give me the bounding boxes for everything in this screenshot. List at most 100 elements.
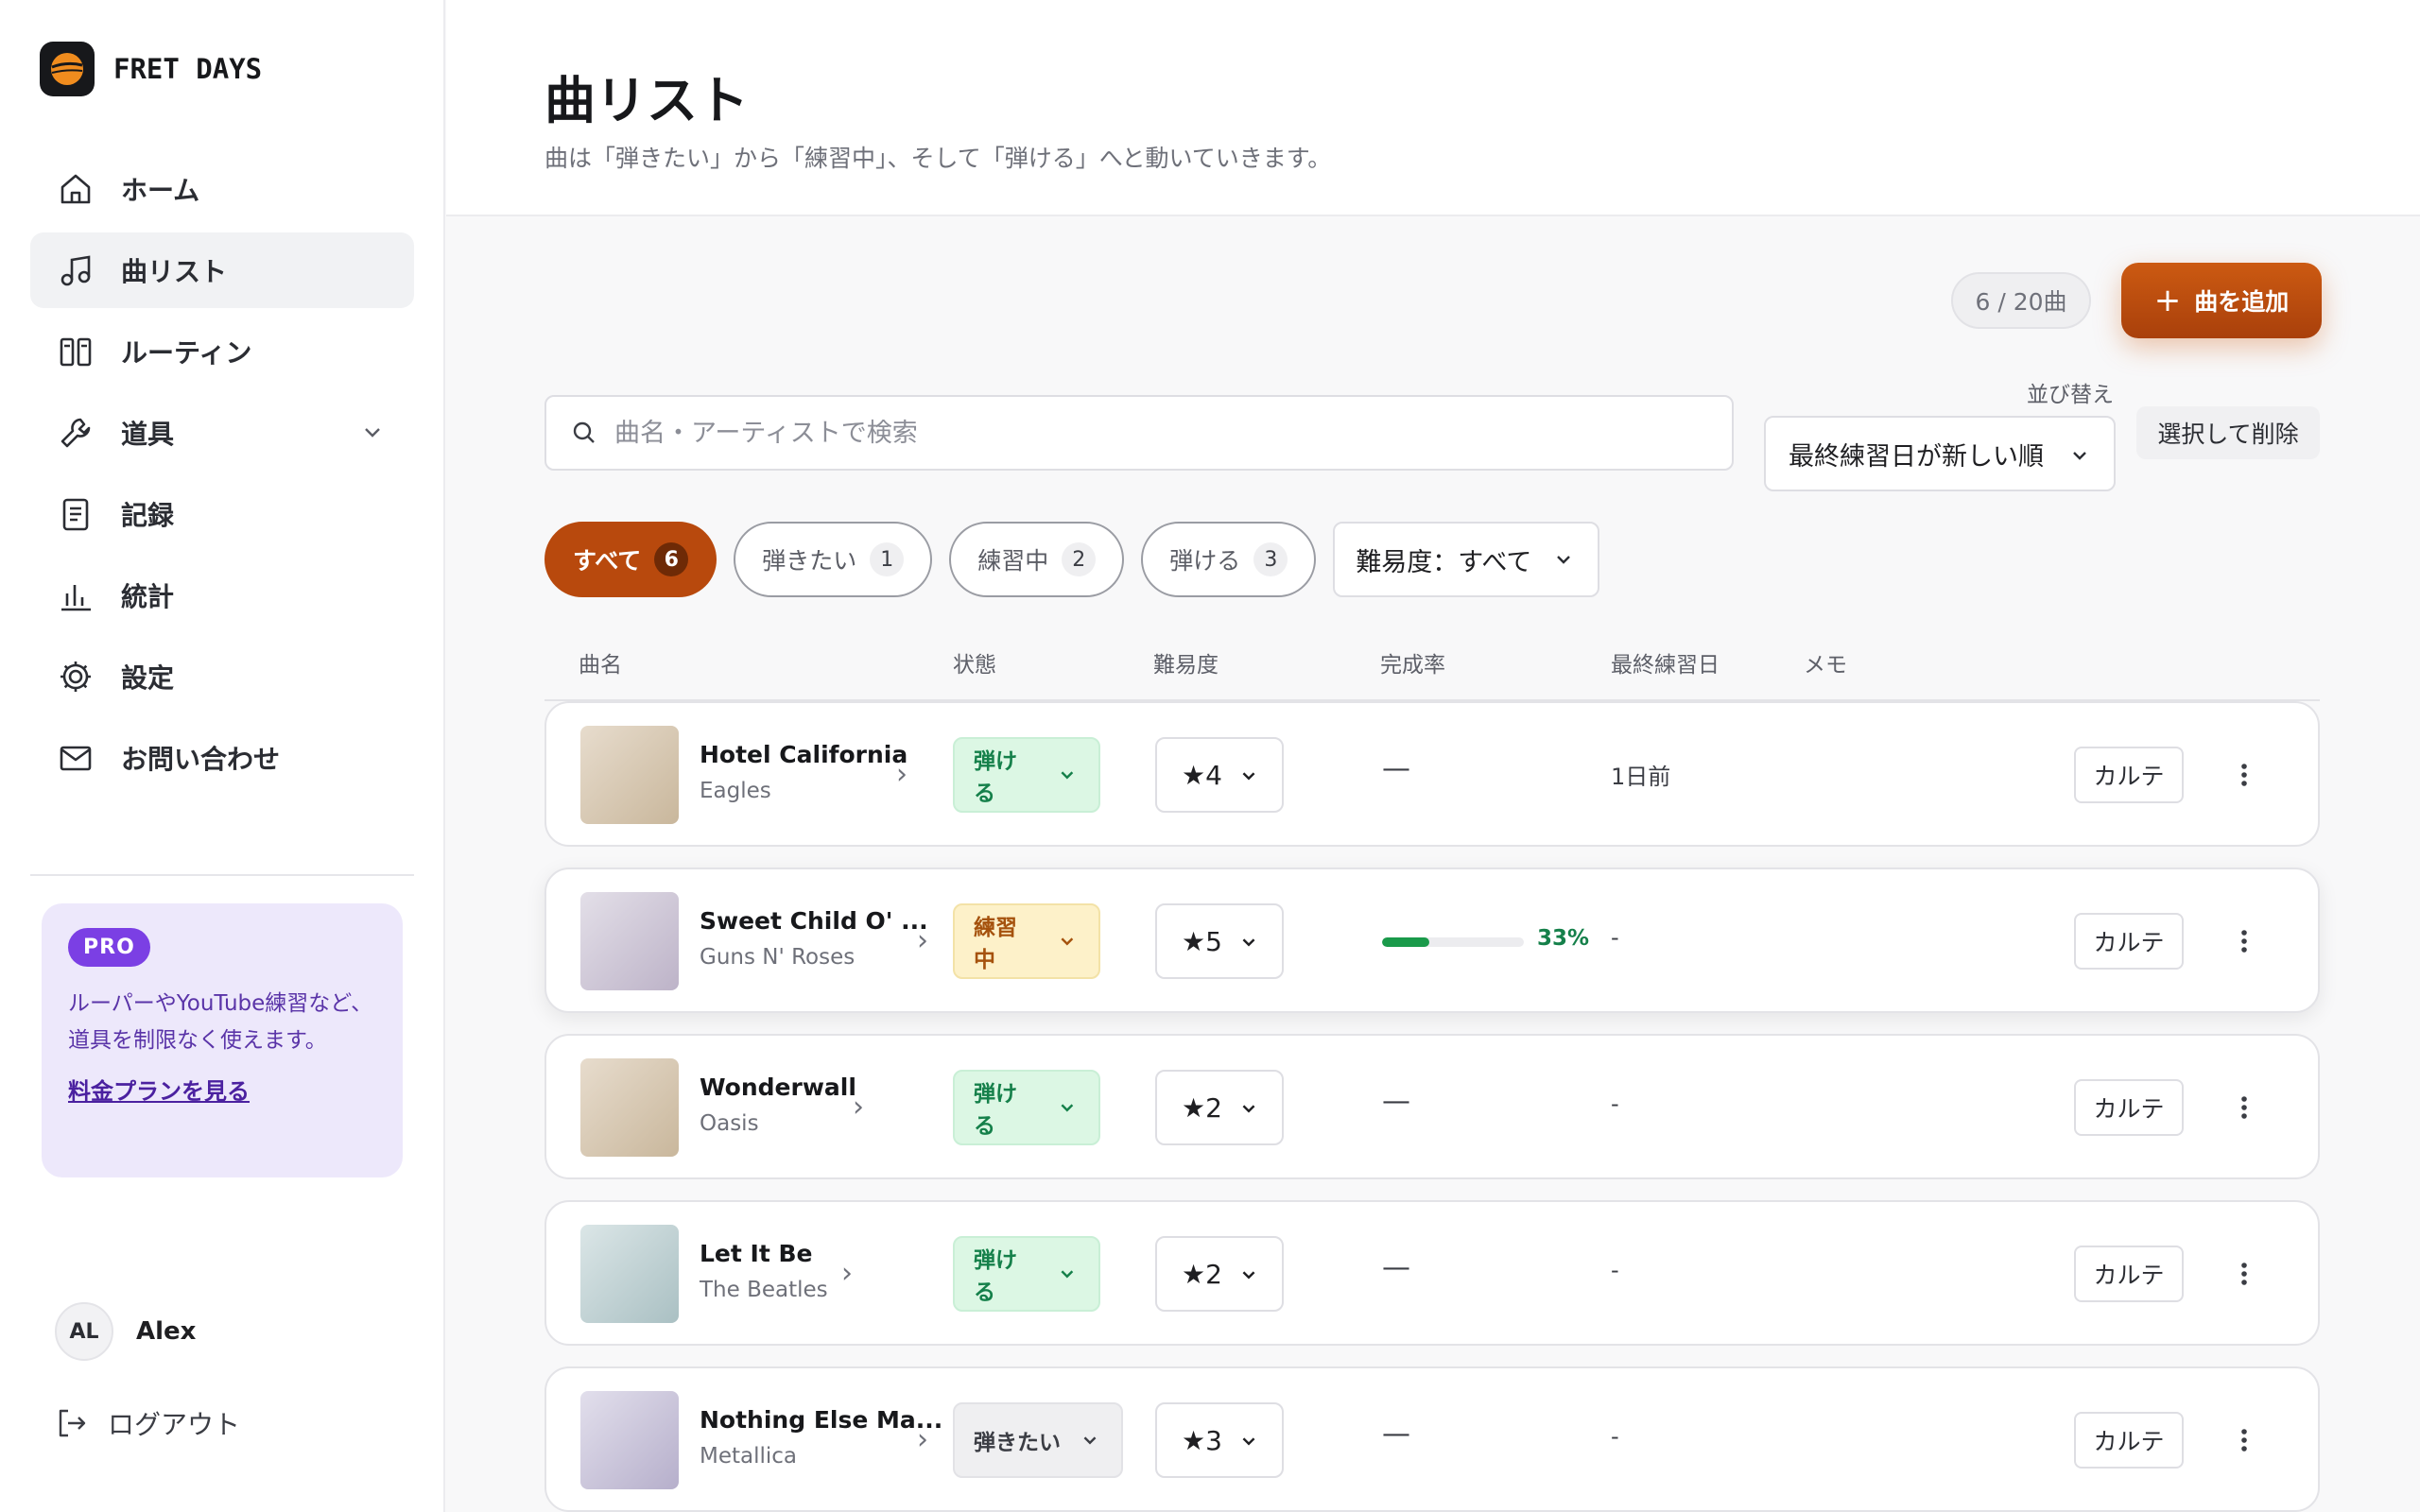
karte-button[interactable]: カルテ [2074, 747, 2184, 803]
karte-button[interactable]: カルテ [2074, 1079, 2184, 1136]
sidebar-item-home[interactable]: ホーム [30, 151, 414, 227]
progress-bar [1382, 937, 1524, 947]
chevron-down-icon [1242, 1271, 1255, 1280]
search-box[interactable] [544, 395, 1734, 471]
filter-chip-label: 練習中 [977, 547, 1049, 575]
chevron-down-icon [2073, 452, 2086, 460]
status-select[interactable]: 弾ける [953, 737, 1100, 813]
page-subtitle: 曲は「弾きたい」から「練習中」、そして「弾ける」へと動いていきます。 [544, 145, 1332, 172]
user-profile[interactable]: AL Alex [55, 1302, 196, 1361]
chevron-down-icon [1061, 1270, 1074, 1279]
table-row[interactable]: Hotel California Eagles › 弾ける ★4 — 1日前 カルテ [544, 701, 2320, 847]
sidebar-item-contact[interactable]: お問い合わせ [30, 720, 414, 796]
song-title[interactable]: Let It Be [700, 1240, 813, 1267]
more-options-icon[interactable] [2225, 1089, 2263, 1126]
wrench-icon [60, 418, 91, 448]
filter-chip-playable[interactable]: 弾ける 3 [1141, 522, 1317, 597]
song-title[interactable]: Sweet Child O' ... [700, 907, 928, 935]
column-header-memo[interactable]: メモ [1804, 646, 1847, 679]
column-header-last-practiced[interactable]: 最終練習日 [1611, 646, 1720, 679]
song-artist: Metallica [700, 1444, 798, 1469]
song-thumbnail[interactable] [580, 892, 679, 990]
chevron-down-icon [1061, 771, 1074, 780]
gear-icon [60, 662, 91, 692]
table-row[interactable]: Wonderwall Oasis › 弾ける ★2 — - カルテ [544, 1034, 2320, 1179]
more-options-icon[interactable] [2225, 922, 2263, 960]
chevron-down-icon [1083, 1436, 1097, 1445]
sidebar-item-songs[interactable]: 曲リスト [30, 232, 414, 308]
song-title[interactable]: Wonderwall [700, 1074, 856, 1101]
chevron-right-icon[interactable]: › [841, 1257, 853, 1290]
song-thumbnail[interactable] [580, 1391, 679, 1489]
sidebar-item-label: 設定 [121, 662, 175, 694]
progress-empty: — [1382, 752, 1410, 785]
difficulty-filter-select[interactable]: 難易度：すべて [1333, 522, 1600, 597]
music-note-icon [60, 255, 91, 286]
filter-chip-label: すべて [573, 547, 642, 575]
song-thumbnail[interactable] [580, 726, 679, 824]
status-select[interactable]: 弾きたい [953, 1402, 1123, 1478]
chevron-right-icon[interactable]: › [853, 1091, 864, 1124]
chevron-right-icon[interactable]: › [896, 758, 908, 791]
more-options-icon[interactable] [2225, 1255, 2263, 1293]
page-title: 曲リスト [544, 71, 749, 130]
pro-card: PRO ルーパーやYouTube練習など、道具を制限なく使えます。 料金プランを… [42, 903, 403, 1177]
chevron-down-icon[interactable] [359, 420, 386, 446]
table-row[interactable]: Nothing Else Ma... Metallica › 弾きたい ★3 — - カルテ [544, 1366, 2320, 1512]
status-value: 弾ける [974, 1248, 1017, 1305]
chevron-down-icon [1242, 938, 1255, 947]
brand[interactable]: FRET DAYS [40, 42, 262, 96]
filter-chip-practicing[interactable]: 練習中 2 [949, 522, 1125, 597]
sidebar-item-records[interactable]: 記録 [30, 476, 414, 552]
logout-button[interactable]: ログアウト [55, 1404, 240, 1442]
chevron-down-icon [1242, 1437, 1255, 1446]
difficulty-value: ★5 [1182, 925, 1222, 957]
difficulty-filter-value: 難易度：すべて [1356, 547, 1532, 577]
more-options-icon[interactable] [2225, 756, 2263, 794]
column-header-progress[interactable]: 完成率 [1380, 646, 1445, 679]
sidebar-item-tools[interactable]: 道具 [30, 395, 414, 471]
status-select[interactable]: 弾ける [953, 1236, 1100, 1312]
chevron-down-icon [1061, 1104, 1074, 1112]
mail-icon [60, 746, 92, 771]
table-row[interactable]: Sweet Child O' ... Guns N' Roses › 練習中 ★5 33%… [544, 868, 2320, 1013]
column-header-status[interactable]: 状態 [953, 646, 996, 679]
column-header-title[interactable]: 曲名 [579, 646, 622, 679]
difficulty-select[interactable]: ★3 [1155, 1402, 1284, 1478]
song-title[interactable]: Hotel California [700, 741, 908, 768]
sidebar-item-label: 記録 [121, 500, 175, 531]
search-input[interactable] [614, 418, 1654, 448]
difficulty-select[interactable]: ★4 [1155, 737, 1284, 813]
select-delete-button[interactable]: 選択して削除 [2136, 406, 2320, 459]
filter-chip-count: 2 [1062, 542, 1097, 576]
sidebar-item-settings[interactable]: 設定 [30, 639, 414, 714]
add-song-button[interactable]: + 曲を追加 [2121, 263, 2322, 338]
difficulty-value: ★2 [1182, 1258, 1222, 1290]
pricing-link[interactable]: 料金プランを見る [68, 1073, 376, 1106]
difficulty-select[interactable]: ★2 [1155, 1236, 1284, 1312]
song-thumbnail[interactable] [580, 1058, 679, 1157]
song-thumbnail[interactable] [580, 1225, 679, 1323]
column-header-difficulty[interactable]: 難易度 [1153, 646, 1219, 679]
status-select[interactable]: 練習中 [953, 903, 1100, 979]
status-select[interactable]: 弾ける [953, 1070, 1100, 1145]
filter-chip-all[interactable]: すべて 6 [544, 522, 717, 597]
filter-chip-want[interactable]: 弾きたい 1 [734, 522, 933, 597]
chevron-right-icon[interactable]: › [917, 1423, 928, 1456]
karte-button[interactable]: カルテ [2074, 1412, 2184, 1469]
sidebar-item-routine[interactable]: ルーティン [30, 314, 414, 389]
last-practiced: 1日前 [1611, 764, 1671, 790]
page-header: 曲リスト 曲は「弾きたい」から「練習中」、そして「弾ける」へと動いていきます。 [446, 0, 2420, 216]
notebook-icon [62, 498, 89, 531]
sort-select[interactable]: 最終練習日が新しい順 [1764, 416, 2116, 491]
karte-button[interactable]: カルテ [2074, 913, 2184, 970]
karte-button[interactable]: カルテ [2074, 1246, 2184, 1302]
song-artist: Oasis [700, 1111, 759, 1136]
chevron-right-icon[interactable]: › [917, 924, 928, 957]
more-options-icon[interactable] [2225, 1421, 2263, 1459]
sidebar-item-stats[interactable]: 統計 [30, 558, 414, 633]
difficulty-select[interactable]: ★2 [1155, 1070, 1284, 1145]
table-row[interactable]: Let It Be The Beatles › 弾ける ★2 — - カルテ [544, 1200, 2320, 1346]
song-title[interactable]: Nothing Else Ma... [700, 1406, 942, 1434]
difficulty-select[interactable]: ★5 [1155, 903, 1284, 979]
